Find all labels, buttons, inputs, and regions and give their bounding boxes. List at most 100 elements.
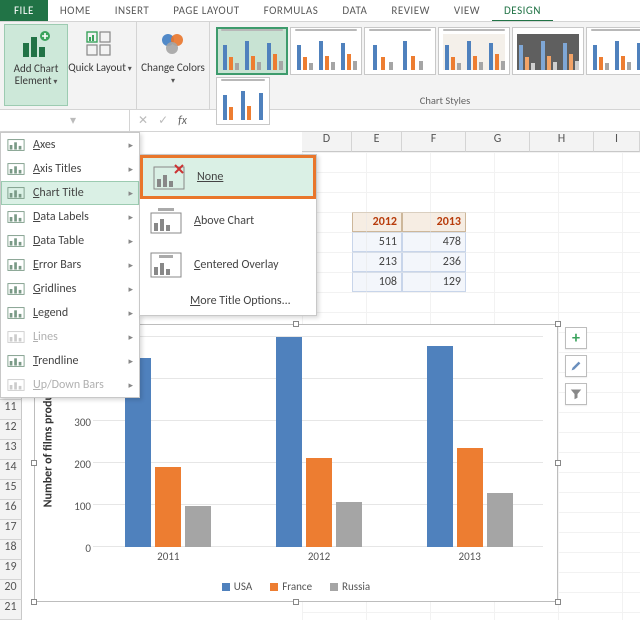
add-chart-element-menu: Axes▸ Axis Titles ▸ Chart Title▸Data Labels…	[0, 132, 140, 398]
change-colors-button[interactable]: Change Colors	[141, 24, 205, 106]
tab-view[interactable]: VIEW	[442, 0, 492, 21]
menu-item-gridlines[interactable]: Gridlines ▸	[1, 277, 139, 301]
chart-style-6[interactable]	[586, 27, 640, 75]
chart-styles-button[interactable]	[565, 355, 587, 377]
col-header-E[interactable]: E	[352, 132, 402, 152]
menu-item-error-bars[interactable]: Error Bars▸	[1, 253, 139, 277]
change-colors-label: Change Colors	[141, 62, 205, 86]
menu-item-axes[interactable]: Axes▸	[1, 133, 139, 157]
chart-style-2[interactable]	[290, 27, 362, 75]
resize-handle[interactable]	[293, 321, 299, 327]
col-header-G[interactable]: G	[466, 132, 530, 152]
tab-page-layout[interactable]: PAGE LAYOUT	[161, 0, 251, 21]
bar-USA-2012[interactable]	[276, 337, 302, 547]
menu-item-label: Axis Titles	[33, 162, 81, 176]
row-header-11[interactable]: 11	[0, 400, 22, 420]
chart-title-none[interactable]: None	[140, 155, 316, 199]
row-header-13[interactable]: 13	[0, 440, 22, 460]
row-header-19[interactable]: 19	[0, 560, 22, 580]
chart-legend[interactable]: USA France Russia	[35, 580, 557, 593]
row-header-21[interactable]: 21	[0, 600, 22, 620]
more-title-options[interactable]: More Title Options...	[140, 287, 316, 315]
add-chart-element-button[interactable]: Add Chart Element	[4, 24, 68, 106]
enter-icon: ✓	[158, 113, 168, 128]
chart-style-4[interactable]	[438, 27, 510, 75]
tab-home[interactable]: HOME	[48, 0, 103, 21]
menu-item-label: Trendline	[33, 354, 79, 368]
quick-layout-button[interactable]: Quick Layout	[68, 24, 132, 106]
menu-item-icon	[7, 138, 25, 152]
menu-item-chart-title[interactable]: Chart Title▸	[1, 181, 139, 205]
x-category: 2012	[269, 550, 369, 563]
chart-style-1[interactable]	[216, 27, 288, 75]
legend-entry-Russia[interactable]: Russia	[330, 580, 370, 593]
bar-France-2012[interactable]	[306, 458, 332, 547]
col-header-F[interactable]: F	[402, 132, 466, 152]
chart-title-submenu: None Above Chart Centered Overlay More T…	[139, 154, 317, 316]
chart-style-5[interactable]	[512, 27, 584, 75]
quick-layout-icon	[84, 28, 116, 60]
row-header-17[interactable]: 17	[0, 520, 22, 540]
menu-item-legend[interactable]: Legend▸	[1, 301, 139, 325]
chart-title-centered[interactable]: Centered Overlay	[140, 243, 316, 287]
menu-item-up-down-bars: Up/Down Bars▸	[1, 373, 139, 397]
y-tick: 100	[67, 500, 91, 513]
menu-item-icon	[7, 282, 25, 296]
resize-handle[interactable]	[31, 599, 37, 605]
submenu-arrow-icon: ▸	[128, 284, 133, 295]
name-box[interactable]: ▾	[0, 110, 130, 131]
tab-formulas[interactable]: FORMULAS	[252, 0, 331, 21]
legend-entry-USA[interactable]: USA	[222, 580, 252, 593]
submenu-arrow-icon: ▸	[128, 164, 133, 175]
menu-item-lines: Lines▸	[1, 325, 139, 349]
menubar: FILE HOME INSERT PAGE LAYOUT FORMULAS DA…	[0, 0, 640, 22]
worksheet[interactable]: D E F G H I 2012 2013 511 478 213 236 10…	[0, 132, 640, 620]
chart-title-above-icon	[150, 207, 182, 235]
resize-handle[interactable]	[293, 599, 299, 605]
resize-handle[interactable]	[555, 460, 561, 466]
funnel-icon	[570, 388, 582, 400]
bar-France-2011[interactable]	[155, 467, 181, 547]
tab-design[interactable]: DESIGN	[492, 0, 553, 21]
bar-Russia-2013[interactable]	[487, 493, 513, 547]
chart-filter-button[interactable]	[565, 383, 587, 405]
chart-title-above[interactable]: Above Chart	[140, 199, 316, 243]
menu-item-trendline[interactable]: Trendline▸	[1, 349, 139, 373]
plot-area[interactable]	[93, 339, 543, 547]
bar-USA-2013[interactable]	[427, 346, 453, 547]
bar-France-2013[interactable]	[457, 448, 483, 547]
chart-styles-gallery[interactable]	[214, 24, 640, 125]
chart-elements-button[interactable]: +	[565, 327, 587, 349]
bar-Russia-2011[interactable]	[185, 506, 211, 547]
row-header-15[interactable]: 15	[0, 480, 22, 500]
menu-item-axis-titles[interactable]: Axis Titles ▸	[1, 157, 139, 181]
menu-item-data-labels[interactable]: Data Labels▸	[1, 205, 139, 229]
menu-item-label: Gridlines	[33, 282, 76, 296]
col-header-I[interactable]: I	[594, 132, 640, 152]
col-header-H[interactable]: H	[530, 132, 594, 152]
tab-data[interactable]: DATA	[330, 0, 379, 21]
menu-item-icon	[7, 306, 25, 320]
resize-handle[interactable]	[555, 321, 561, 327]
ribbon: Add Chart Element Quick Layout Change Co…	[0, 22, 640, 110]
bar-Russia-2012[interactable]	[336, 502, 362, 547]
col-header-D[interactable]: D	[302, 132, 352, 152]
resize-handle[interactable]	[31, 460, 37, 466]
submenu-arrow-icon: ▸	[128, 380, 133, 391]
legend-entry-France[interactable]: France	[270, 580, 312, 593]
chart-style-3[interactable]	[364, 27, 436, 75]
row-header-20[interactable]: 20	[0, 580, 22, 600]
tab-file[interactable]: FILE	[0, 0, 48, 21]
row-header-18[interactable]: 18	[0, 540, 22, 560]
submenu-arrow-icon: ▸	[128, 212, 133, 223]
submenu-arrow-icon: ▸	[128, 140, 133, 151]
menu-item-data-table[interactable]: Data Table▸	[1, 229, 139, 253]
gridline	[93, 378, 543, 379]
fx-icon[interactable]: fx	[178, 114, 187, 128]
row-header-14[interactable]: 14	[0, 460, 22, 480]
row-header-12[interactable]: 12	[0, 420, 22, 440]
resize-handle[interactable]	[555, 599, 561, 605]
tab-insert[interactable]: INSERT	[103, 0, 162, 21]
row-header-16[interactable]: 16	[0, 500, 22, 520]
tab-review[interactable]: REVIEW	[379, 0, 442, 21]
